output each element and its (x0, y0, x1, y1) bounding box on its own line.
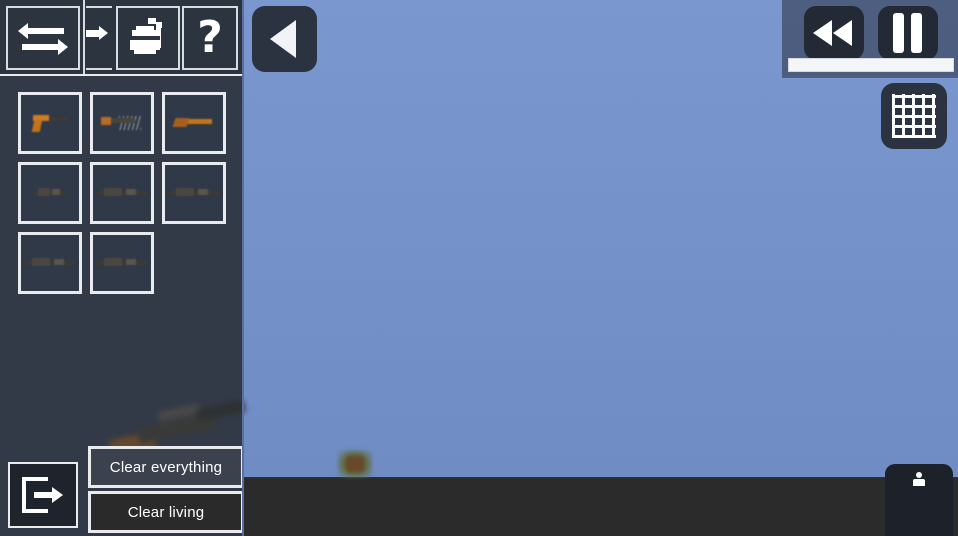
swap-arrows-icon (18, 20, 68, 56)
person-icon (913, 472, 925, 488)
sniper-rifle-icon (96, 256, 148, 270)
back-triangle-icon (269, 20, 296, 58)
pause-button[interactable] (878, 6, 938, 60)
toolbar-divider (83, 0, 85, 76)
spawn-vehicle-icon (126, 16, 170, 60)
grid-icon (892, 94, 936, 138)
sawed-off-shotgun-icon (172, 115, 214, 131)
weapon-grid (18, 92, 230, 294)
back-button[interactable] (252, 6, 317, 72)
rewind-icon (813, 20, 855, 46)
exit-door-icon (22, 477, 64, 513)
toolbar-button-spawn[interactable] (116, 6, 180, 70)
spawned-crate-object[interactable] (338, 450, 372, 478)
rewind-button[interactable] (804, 6, 864, 60)
sidebar-edge (242, 0, 244, 536)
exit-button[interactable] (8, 462, 78, 528)
machine-pistol-icon (99, 112, 145, 134)
weapon-slot-assault-rifle[interactable] (90, 162, 154, 224)
submachine-gun-icon (34, 186, 66, 200)
sidebar-toolbar: ? (0, 0, 244, 76)
grid-toggle-button[interactable] (881, 83, 947, 149)
weapon-slot-battle-rifle[interactable] (162, 162, 226, 224)
arrow-right-icon (86, 21, 110, 47)
assault-rifle-icon (96, 186, 148, 200)
battle-rifle-icon (168, 186, 220, 200)
toolbar-button-swap[interactable] (6, 6, 80, 70)
spawn-tray-button[interactable] (885, 464, 953, 536)
left-sidebar: ? Clear everything Clear living (0, 0, 246, 536)
toolbar-button-next[interactable] (86, 6, 112, 70)
weapon-slot-sawed-off-shotgun[interactable] (162, 92, 226, 154)
weapon-slot-sniper-rifle[interactable] (90, 232, 154, 294)
clear-actions: Clear everything Clear living (88, 446, 244, 533)
crate-inner (346, 456, 364, 472)
question-mark-icon: ? (197, 12, 223, 63)
weapon-slot-submachine-gun[interactable] (18, 162, 82, 224)
toolbar-button-help[interactable]: ? (182, 6, 238, 70)
pistol-icon (31, 113, 69, 133)
timeline-scrubber[interactable] (788, 58, 954, 72)
clear-everything-button[interactable]: Clear everything (88, 446, 244, 488)
toolbar-underline (0, 74, 244, 76)
clear-living-button[interactable]: Clear living (88, 491, 244, 533)
weapon-slot-carbine[interactable] (18, 232, 82, 294)
pause-icon (893, 13, 923, 53)
weapon-slot-pistol[interactable] (18, 92, 82, 154)
carbine-icon (24, 256, 76, 270)
weapon-slot-machine-pistol[interactable] (90, 92, 154, 154)
